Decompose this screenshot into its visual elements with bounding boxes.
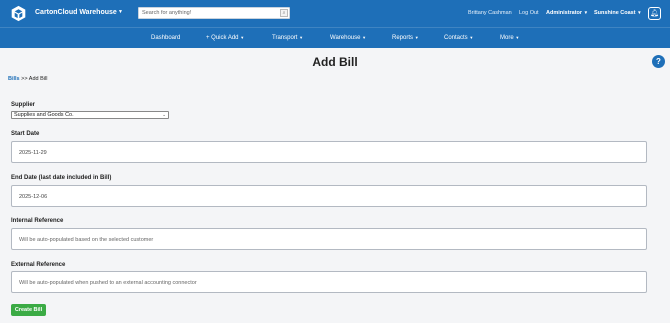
chevron-down-icon: ⌄ bbox=[162, 112, 166, 117]
create-bill-button[interactable]: Create Bill bbox=[11, 304, 46, 316]
role-dropdown[interactable]: Administrator ▼ bbox=[546, 10, 588, 16]
bell-icon[interactable]: 🔔︎ bbox=[648, 7, 661, 20]
search-icon[interactable]: ⌕ bbox=[280, 9, 288, 17]
breadcrumb-current: >> Add Bill bbox=[21, 76, 48, 82]
nav-item-label: Reports bbox=[392, 35, 414, 41]
nav-item-dashboard[interactable]: Dashboard bbox=[151, 35, 180, 41]
carton-cloud-logo-icon[interactable] bbox=[10, 5, 27, 22]
breadcrumb-bills-link[interactable]: Bills bbox=[8, 76, 20, 82]
internal-reference-placeholder: Will be auto-populated based on the sele… bbox=[19, 237, 154, 243]
chevron-down-icon: ▼ bbox=[583, 10, 589, 15]
logout-link[interactable]: Log Out bbox=[519, 10, 539, 16]
breadcrumb: Bills >> Add Bill bbox=[8, 76, 47, 82]
chevron-down-icon: ▼ bbox=[362, 35, 367, 40]
start-date-label: Start Date bbox=[11, 131, 40, 137]
end-date-value: 2025-12-06 bbox=[19, 194, 48, 200]
end-date-field[interactable]: 2025-12-06 bbox=[11, 185, 647, 207]
external-reference-field[interactable]: Will be auto-populated when pushed to an… bbox=[11, 271, 647, 293]
external-reference-placeholder: Will be auto-populated when pushed to an… bbox=[19, 280, 197, 286]
supplier-select[interactable]: Supplies and Goods Co. ⌄ bbox=[11, 111, 169, 119]
page-title: Add Bill bbox=[312, 55, 358, 69]
supplier-value: Supplies and Goods Co. bbox=[14, 112, 74, 118]
supplier-label: Supplier bbox=[11, 102, 36, 108]
chevron-down-icon: ▼ bbox=[240, 35, 245, 40]
app-name[interactable]: CartonCloud Warehouse bbox=[35, 9, 117, 16]
help-icon[interactable]: ? bbox=[652, 55, 665, 68]
nav-item-quick-add[interactable]: + Quick Add ▼ bbox=[206, 35, 244, 41]
nav-item-warehouse[interactable]: Warehouse ▼ bbox=[330, 35, 366, 41]
nav-item-reports[interactable]: Reports ▼ bbox=[392, 35, 419, 41]
location-dropdown[interactable]: Sunshine Coast ▼ bbox=[594, 10, 642, 16]
role-label: Administrator bbox=[546, 10, 583, 16]
nav-item-contacts[interactable]: Contacts ▼ bbox=[444, 35, 473, 41]
external-reference-label: External Reference bbox=[11, 262, 66, 268]
chevron-down-icon: ▼ bbox=[414, 35, 419, 40]
nav-item-transport[interactable]: Transport ▼ bbox=[272, 35, 303, 41]
start-date-value: 2025-11-29 bbox=[19, 150, 47, 156]
internal-reference-label: Internal Reference bbox=[11, 218, 64, 224]
nav-item-more[interactable]: More ▼ bbox=[500, 35, 519, 41]
nav-item-label: Contacts bbox=[444, 35, 468, 41]
user-name[interactable]: Brittany Cashman bbox=[468, 10, 512, 16]
chevron-down-icon: ▼ bbox=[515, 35, 520, 40]
internal-reference-field[interactable]: Will be auto-populated based on the sele… bbox=[11, 228, 647, 250]
search-input[interactable]: Search for anything! ⌕ bbox=[138, 7, 290, 19]
nav-item-label: + Quick Add bbox=[206, 35, 239, 41]
location-label: Sunshine Coast bbox=[594, 10, 636, 16]
nav-item-label: More bbox=[500, 35, 514, 41]
chevron-down-icon: ▼ bbox=[299, 35, 304, 40]
main-nav: Dashboard + Quick Add ▼ Transport ▼ Ware… bbox=[0, 27, 670, 48]
chevron-down-icon[interactable]: ▼ bbox=[118, 9, 123, 15]
chevron-down-icon: ▼ bbox=[637, 10, 642, 15]
search-placeholder: Search for anything! bbox=[142, 10, 192, 16]
top-bar: CartonCloud Warehouse ▼ Search for anyth… bbox=[0, 0, 670, 27]
chevron-down-icon: ▼ bbox=[469, 35, 474, 40]
nav-item-label: Warehouse bbox=[330, 35, 361, 41]
nav-item-label: Transport bbox=[272, 35, 298, 41]
start-date-field[interactable]: 2025-11-29 bbox=[11, 141, 647, 163]
end-date-label: End Date (last date included in Bill) bbox=[11, 175, 112, 181]
